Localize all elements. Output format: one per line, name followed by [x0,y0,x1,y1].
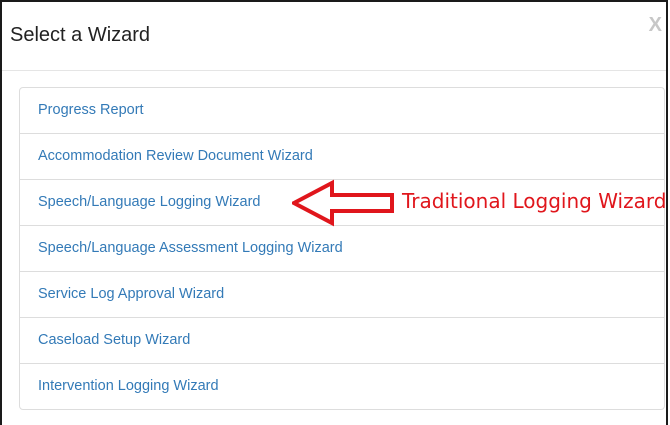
annotation-label: Traditional Logging Wizard [402,189,667,213]
wizard-list: Progress Report Accommodation Review Doc… [19,87,665,410]
close-button[interactable]: X [649,14,662,37]
wizard-item-service-log-approval[interactable]: Service Log Approval Wizard [20,272,664,318]
wizard-item-caseload-setup[interactable]: Caseload Setup Wizard [20,318,664,364]
wizard-item-accommodation-review[interactable]: Accommodation Review Document Wizard [20,134,664,180]
wizard-item-intervention-logging[interactable]: Intervention Logging Wizard [20,364,664,409]
wizard-item-progress-report[interactable]: Progress Report [20,88,664,134]
dialog-title: Select a Wizard [10,24,151,46]
dialog-header: Select a Wizard X [2,2,666,71]
wizard-item-speech-language-assessment[interactable]: Speech/Language Assessment Logging Wizar… [20,226,664,272]
